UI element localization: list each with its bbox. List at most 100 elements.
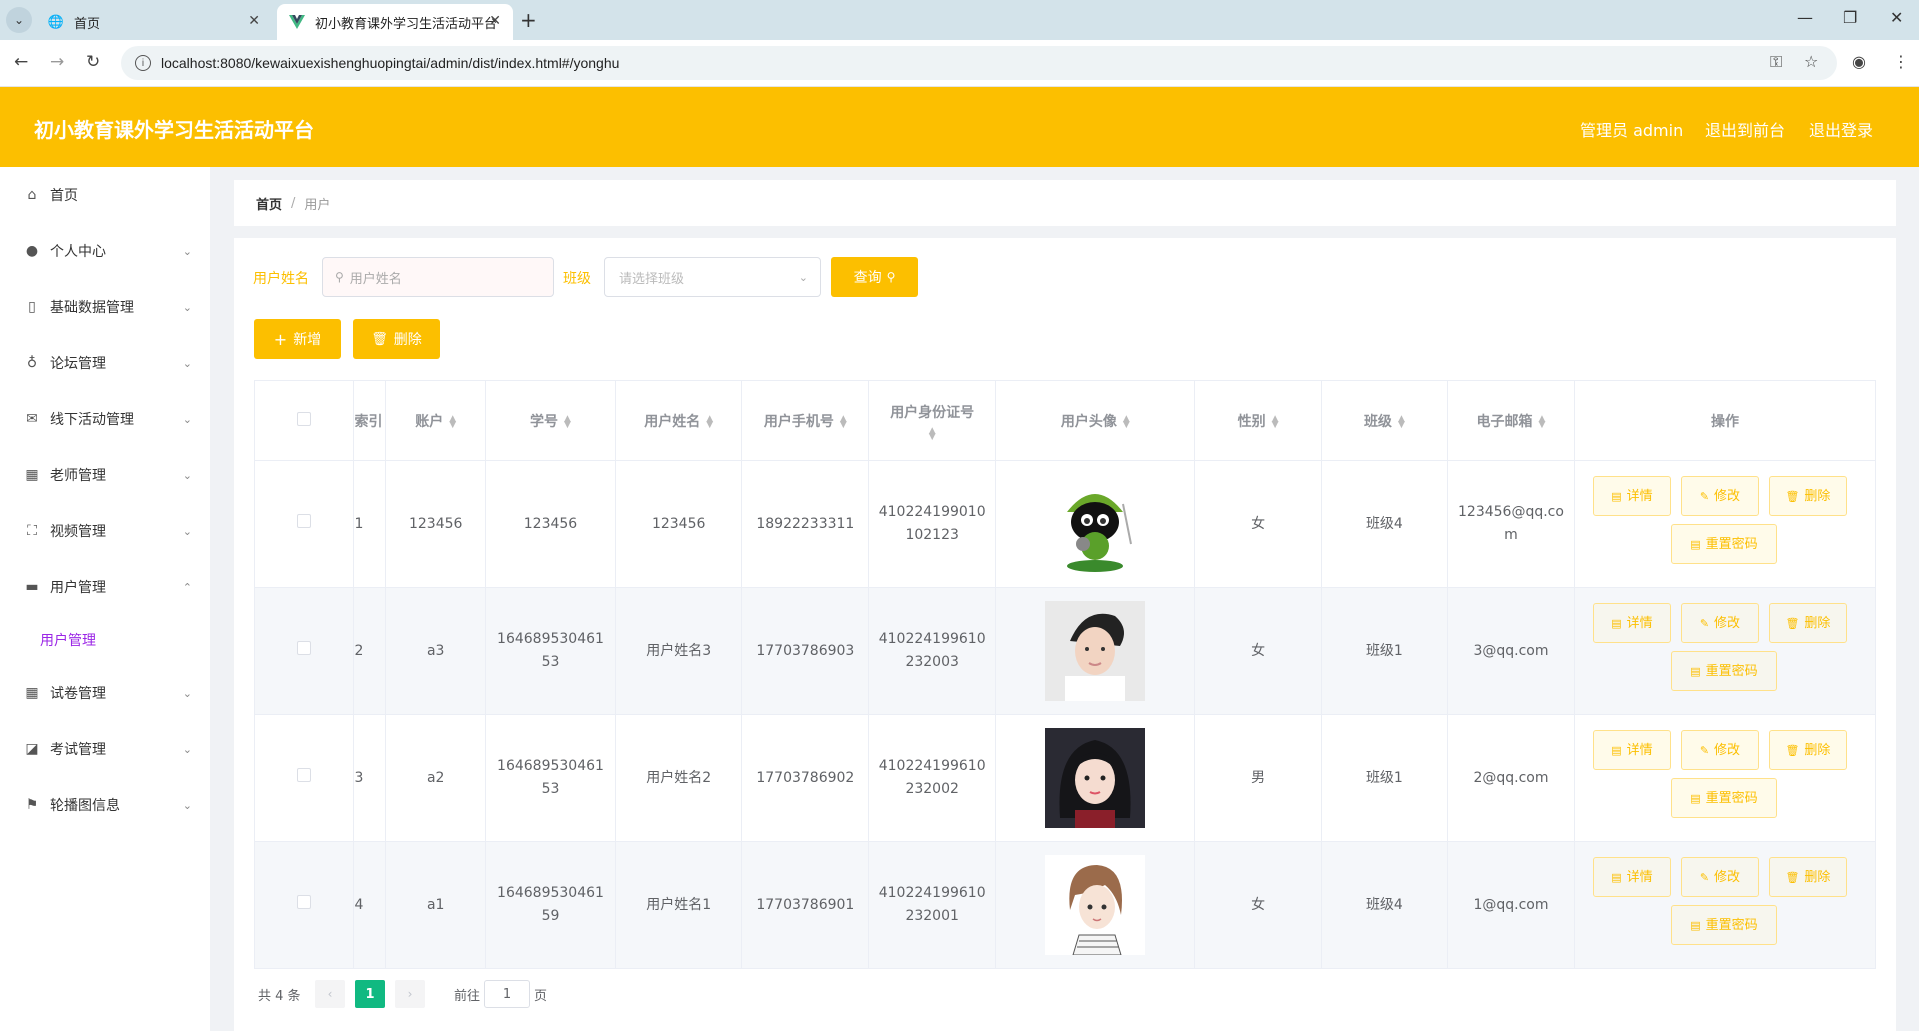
trash-icon: 🗑	[1785, 616, 1800, 630]
sort-icon[interactable]: ▲ ▼	[1123, 414, 1130, 429]
detail-button[interactable]: ▤ 详情	[1592, 476, 1671, 516]
sort-icon[interactable]: ▲ ▼	[1272, 414, 1279, 429]
column-header-student-no[interactable]: 学号 ▲ ▼	[485, 380, 616, 461]
back-icon[interactable]: ←	[14, 52, 28, 72]
briefcase-icon: ▬	[25, 579, 39, 595]
edit-label: 修改	[1714, 869, 1741, 885]
student-no-cell: 164689530461 53	[485, 714, 616, 842]
sort-icon[interactable]: ▲ ▼	[449, 414, 456, 429]
page-number-current[interactable]: 1	[355, 980, 385, 1008]
column-header-class[interactable]: 班级 ▲ ▼	[1321, 380, 1449, 461]
sidebar-item-teacher[interactable]: ▦ 老师管理 ⌄	[0, 447, 210, 503]
edit-button[interactable]: ✎ 修改	[1680, 857, 1759, 897]
delete-button[interactable]: 🗑 删除	[1768, 857, 1847, 897]
id-card-cell: 410224199610 232003	[868, 587, 997, 715]
edit-button[interactable]: ✎ 修改	[1680, 476, 1759, 516]
sort-icon[interactable]: ▲ ▼	[1398, 414, 1405, 429]
tab-search-icon[interactable]: ⌄	[6, 7, 32, 33]
delete-button[interactable]: 🗑 删除	[1768, 476, 1847, 516]
restore-icon[interactable]: ❐	[1843, 8, 1857, 27]
star-icon[interactable]: ☆	[1804, 52, 1818, 71]
column-header-gender[interactable]: 性别 ▲ ▼	[1194, 380, 1322, 461]
email-line: 1@qq.com	[1473, 896, 1549, 913]
sort-icon[interactable]: ▲ ▼	[840, 414, 847, 429]
browser-tab-home[interactable]: 🌐 首页 ✕	[36, 4, 272, 40]
index-cell: 1	[353, 460, 387, 588]
prev-page-icon[interactable]: ‹	[315, 980, 345, 1008]
name-search-input[interactable]: ⚲ 用户姓名	[322, 257, 554, 297]
row-select-cell	[254, 841, 355, 969]
reset-password-button[interactable]: ▤ 重置密码	[1670, 778, 1777, 818]
column-header-phone[interactable]: 用户手机号 ▲ ▼	[741, 380, 870, 461]
column-header-email[interactable]: 电子邮箱 ▲ ▼	[1447, 380, 1575, 461]
sidebar-item-user-management[interactable]: ▬ 用户管理 ⌃	[0, 559, 210, 615]
sidebar-item-forum[interactable]: ♁ 论坛管理 ⌄	[0, 335, 210, 391]
profile-icon[interactable]: ◉	[1852, 52, 1866, 71]
index-cell: 3	[353, 714, 387, 842]
search-icon: ⚲	[335, 270, 344, 284]
reset-password-button[interactable]: ▤ 重置密码	[1670, 651, 1777, 691]
url-field[interactable]: i localhost:8080/kewaixuexishenghuopingt…	[121, 46, 1837, 80]
sidebar-item-basic-data[interactable]: ▯ 基础数据管理 ⌄	[0, 279, 210, 335]
close-window-icon[interactable]: ✕	[1890, 8, 1903, 27]
row-checkbox[interactable]	[297, 894, 312, 909]
key-icon[interactable]: ⚿	[1770, 52, 1782, 72]
sidebar-item-exam[interactable]: ◪ 考试管理 ⌄	[0, 721, 210, 777]
document-icon: ▤	[1611, 616, 1622, 630]
avatar-cell	[995, 841, 1196, 969]
close-tab-icon[interactable]: ✕	[248, 13, 260, 29]
sort-icon[interactable]: ▲ ▼	[1539, 414, 1546, 429]
email-cell: 3@qq.com	[1447, 587, 1575, 715]
student-no-cell: 164689530461 59	[485, 841, 616, 969]
breadcrumb-home[interactable]: 首页	[256, 194, 282, 213]
detail-button[interactable]: ▤ 详情	[1592, 730, 1671, 770]
detail-button[interactable]: ▤ 详情	[1592, 857, 1671, 897]
column-header-name[interactable]: 用户姓名 ▲ ▼	[615, 380, 743, 461]
sidebar-item-offline-activity[interactable]: ✉ 线下活动管理 ⌄	[0, 391, 210, 447]
reset-password-button[interactable]: ▤ 重置密码	[1670, 905, 1777, 945]
delete-label: 删除	[1804, 615, 1831, 631]
more-menu-icon[interactable]: ⋮	[1893, 52, 1909, 71]
class-select[interactable]: 请选择班级 ⌄	[604, 257, 821, 297]
sort-icon[interactable]: ▲ ▼	[706, 414, 713, 429]
row-checkbox[interactable]	[297, 767, 312, 782]
detail-button[interactable]: ▤ 详情	[1592, 603, 1671, 643]
column-header-id-card[interactable]: 用户身份证号 ▲ ▼	[868, 380, 997, 461]
batch-delete-button[interactable]: 🗑 删除	[353, 319, 440, 359]
close-tab-icon[interactable]: ✕	[489, 13, 501, 29]
class-cell: 班级1	[1321, 587, 1449, 715]
edit-button[interactable]: ✎ 修改	[1680, 730, 1759, 770]
new-tab-icon[interactable]: +	[520, 8, 537, 32]
delete-button[interactable]: 🗑 删除	[1768, 730, 1847, 770]
reset-password-button[interactable]: ▤ 重置密码	[1670, 524, 1777, 564]
submenu-item-user-management[interactable]: 用户管理	[0, 615, 210, 665]
next-page-icon[interactable]: ›	[395, 980, 425, 1008]
column-header-avatar[interactable]: 用户头像 ▲ ▼	[995, 380, 1196, 461]
select-all-checkbox[interactable]	[297, 411, 312, 426]
sidebar-item-carousel[interactable]: ⚑ 轮播图信息 ⌄	[0, 777, 210, 833]
row-checkbox[interactable]	[297, 513, 312, 528]
delete-button[interactable]: 🗑 删除	[1768, 603, 1847, 643]
exit-to-front-link[interactable]: 退出到前台	[1705, 117, 1785, 141]
add-button[interactable]: + 新增	[254, 319, 341, 359]
browser-tab-active[interactable]: 初小教育课外学习生活活动平台 ✕	[277, 4, 513, 40]
row-checkbox[interactable]	[297, 640, 312, 655]
edit-button[interactable]: ✎ 修改	[1680, 603, 1759, 643]
sort-icon[interactable]: ▲ ▼	[564, 414, 571, 429]
sort-icon[interactable]: ▲ ▼	[929, 426, 936, 441]
logout-link[interactable]: 退出登录	[1809, 117, 1873, 141]
forward-icon[interactable]: →	[50, 52, 64, 72]
reload-icon[interactable]: ↻	[86, 52, 100, 72]
reset-password-label: 重置密码	[1705, 917, 1758, 933]
site-info-icon[interactable]: i	[135, 55, 151, 71]
sidebar-item-video[interactable]: ⛶ 视频管理 ⌄	[0, 503, 210, 559]
column-header-account[interactable]: 账户 ▲ ▼	[385, 380, 487, 461]
sidebar-item-home[interactable]: ⌂ 首页	[0, 167, 210, 223]
sidebar-item-personal[interactable]: ● 个人中心 ⌄	[0, 223, 210, 279]
home-icon: ⌂	[27, 187, 37, 203]
pagination-goto-input[interactable]: 1	[484, 980, 530, 1008]
query-button[interactable]: 查询 ⚲	[831, 257, 918, 297]
sidebar-item-paper[interactable]: ▦ 试卷管理 ⌄	[0, 665, 210, 721]
minimize-icon[interactable]: —	[1797, 8, 1813, 27]
email-cell: 1@qq.com	[1447, 841, 1575, 969]
